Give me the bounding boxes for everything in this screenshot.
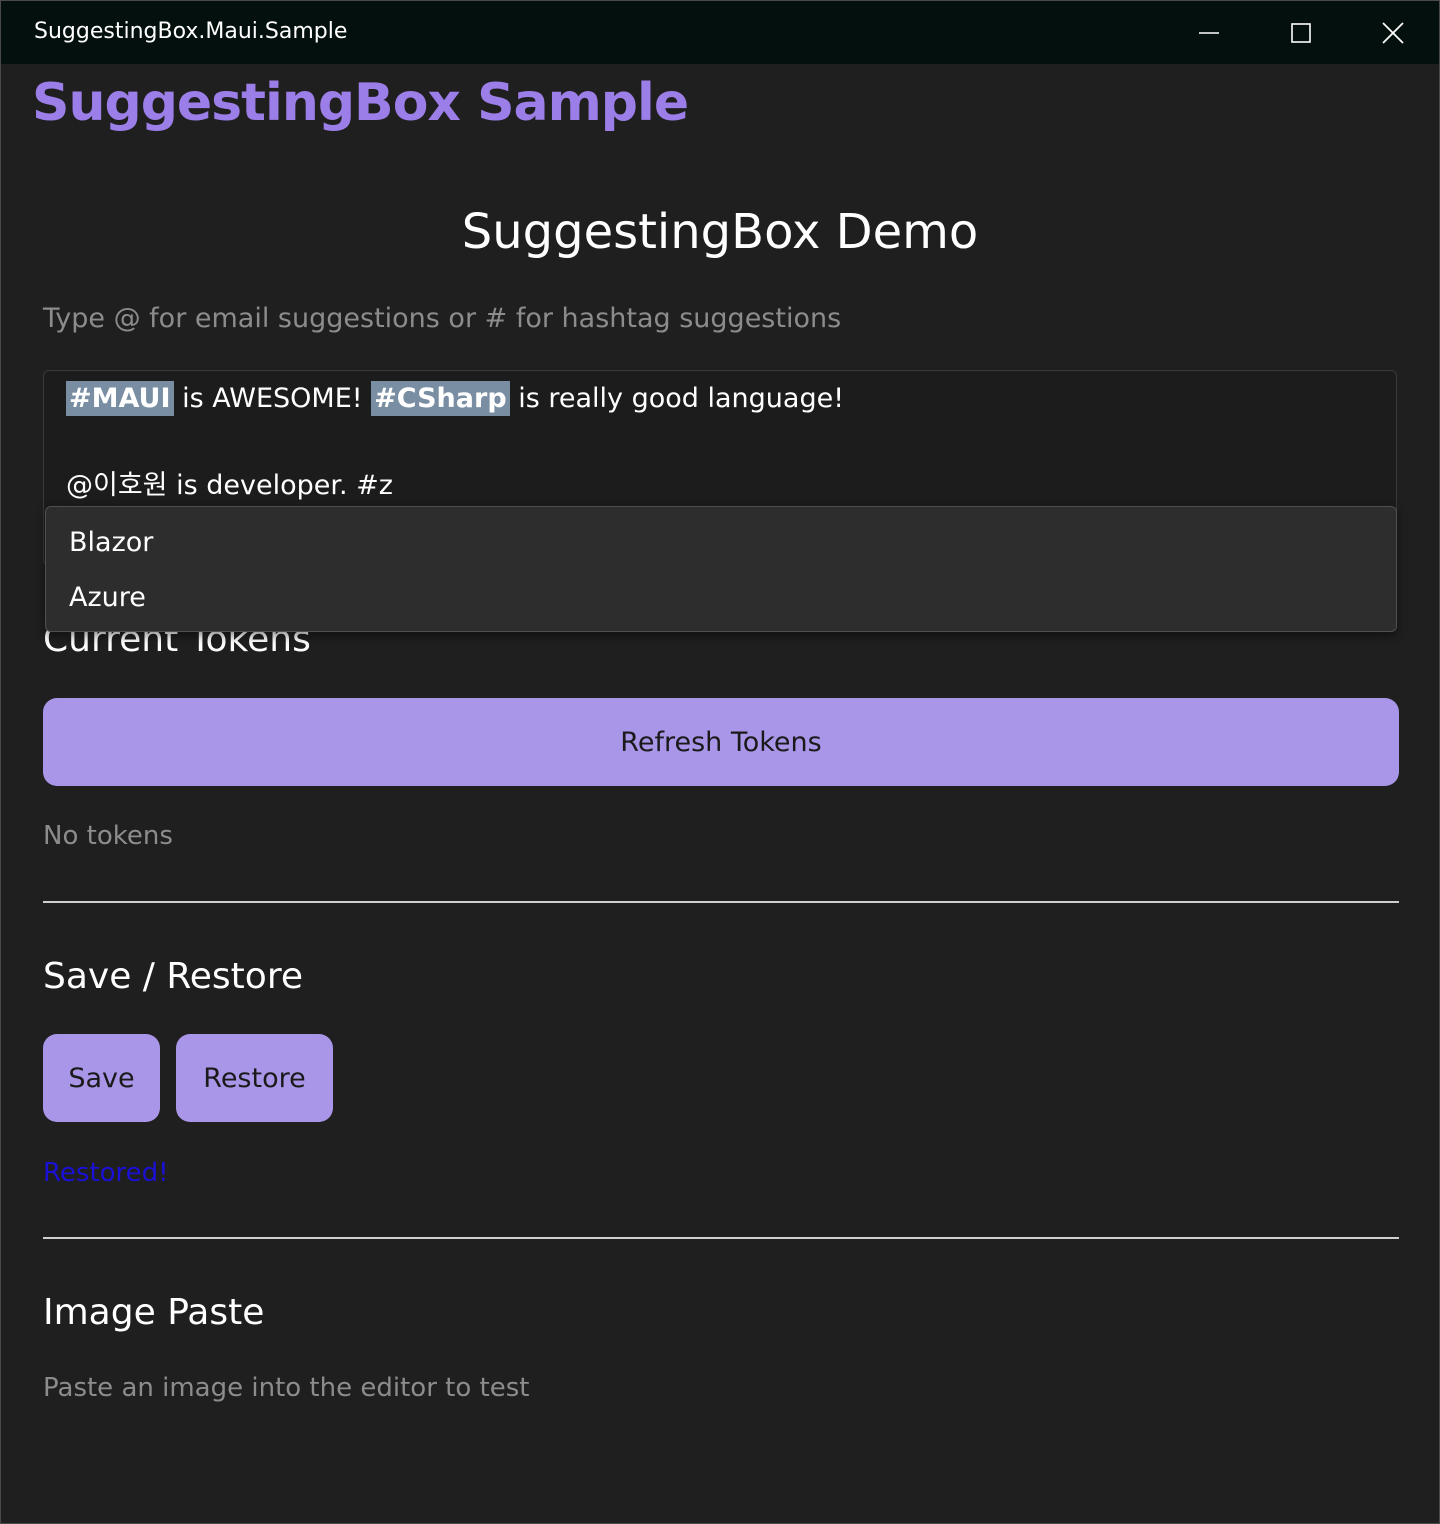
editor-text: is AWESOME! (173, 383, 372, 414)
hashtag-token[interactable]: #MAUI (66, 381, 174, 416)
app-title: SuggestingBox Sample (32, 73, 689, 133)
refresh-tokens-button[interactable]: Refresh Tokens (43, 698, 1399, 786)
save-button[interactable]: Save (43, 1034, 160, 1122)
divider (43, 901, 1399, 903)
suggestion-item[interactable]: Blazor (69, 527, 153, 558)
close-button[interactable] (1347, 1, 1439, 64)
app-window: SuggestingBox.Maui.Sample SuggestingBox … (0, 0, 1440, 1524)
editor-line-2: @이호원 is developer. #z (66, 470, 393, 501)
maximize-button[interactable] (1255, 1, 1347, 64)
save-restore-status: Restored! (43, 1158, 169, 1188)
image-paste-heading: Image Paste (43, 1292, 265, 1333)
editor-text: is really good language! (509, 383, 845, 414)
hashtag-token[interactable]: #CSharp (371, 381, 510, 416)
close-icon (1382, 21, 1404, 44)
restore-button[interactable]: Restore (176, 1034, 333, 1122)
divider (43, 1237, 1399, 1239)
demo-heading: SuggestingBox Demo (461, 204, 979, 260)
minimize-button[interactable] (1163, 1, 1255, 64)
window-title: SuggestingBox.Maui.Sample (34, 19, 348, 44)
tokens-status: No tokens (43, 821, 173, 851)
maximize-icon (1291, 22, 1311, 43)
title-bar[interactable]: SuggestingBox.Maui.Sample (1, 1, 1439, 64)
save-restore-heading: Save / Restore (43, 956, 303, 997)
minimize-icon (1199, 31, 1219, 34)
image-paste-hint: Paste an image into the editor to test (43, 1373, 530, 1403)
editor-line-1: #MAUI is AWESOME! #CSharp is really good… (66, 381, 845, 416)
suggestion-item[interactable]: Azure (69, 582, 146, 613)
demo-hint: Type @ for email suggestions or # for ha… (43, 303, 842, 334)
suggestion-popup: Blazor Azure (45, 506, 1397, 632)
